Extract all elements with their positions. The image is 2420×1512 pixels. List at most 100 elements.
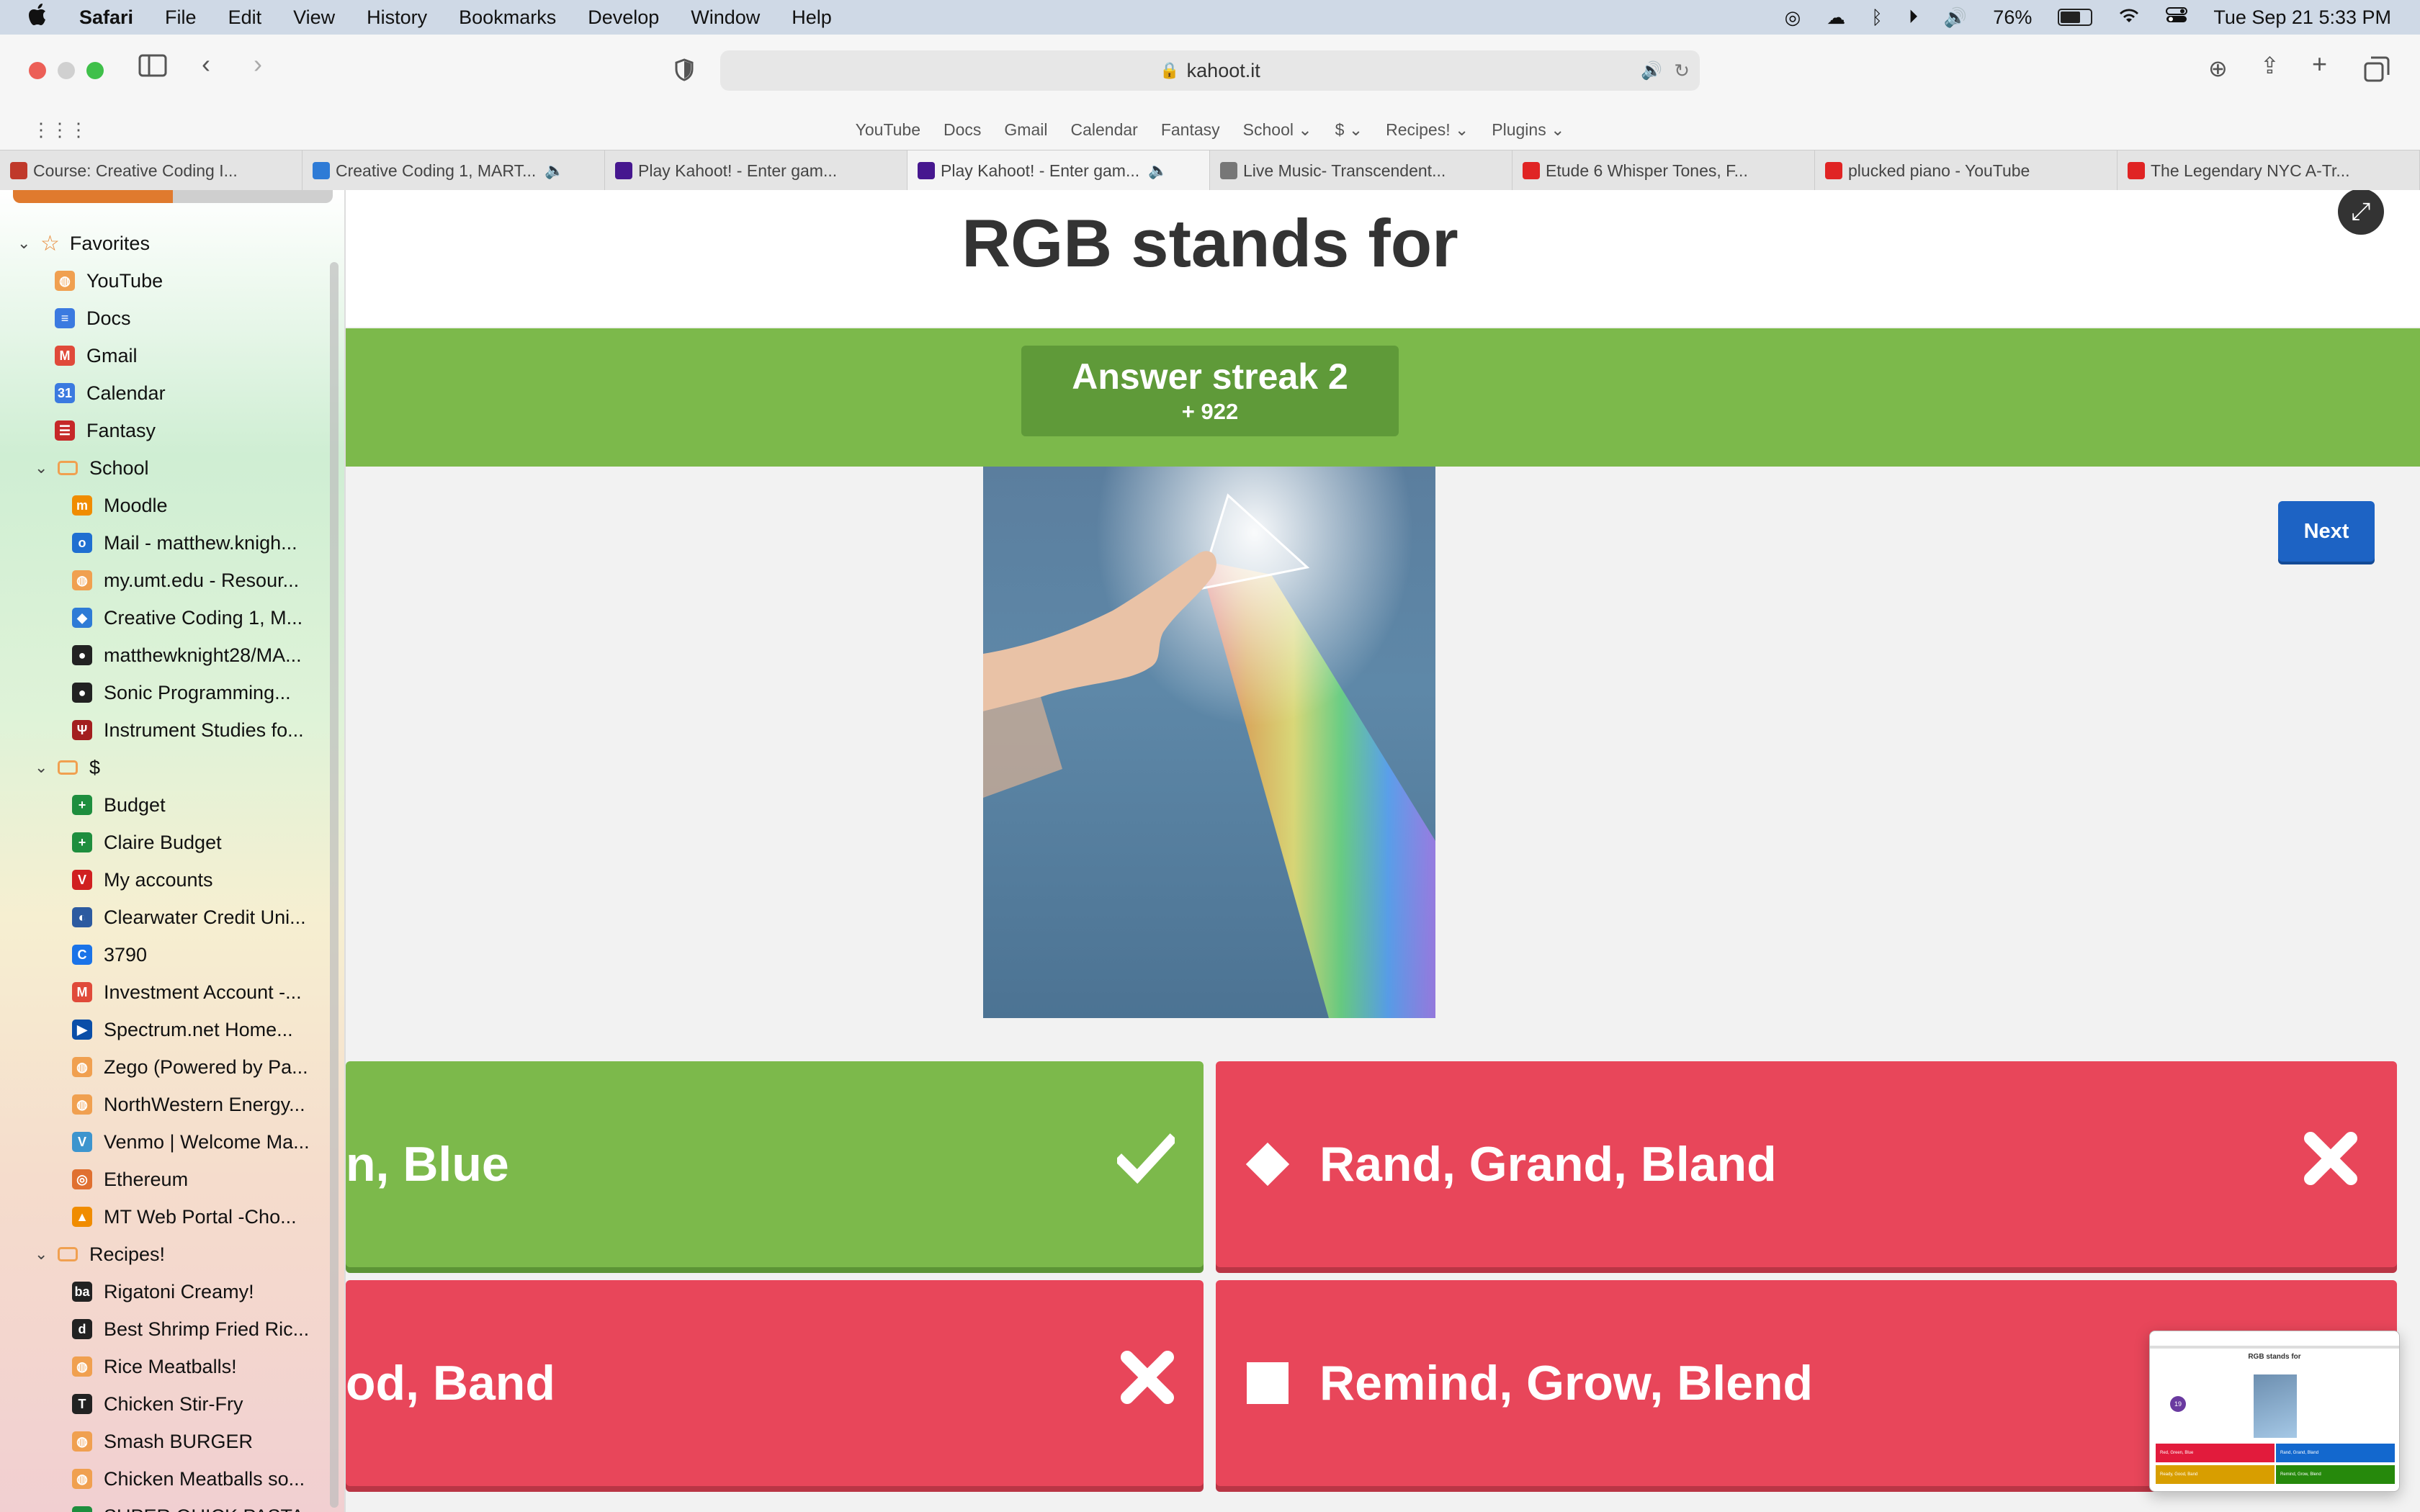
bookmark-item[interactable]: ▲ MT Web Portal -Cho... <box>72 1200 297 1234</box>
menu-safari[interactable]: Safari <box>79 6 133 29</box>
fav-plugins-folder[interactable]: Plugins ⌄ <box>1492 120 1564 140</box>
bookmark-item[interactable]: V Venmo | Welcome Ma... <box>72 1125 310 1159</box>
tab-kahoot-1[interactable]: Play Kahoot! - Enter gam... <box>605 150 908 191</box>
tab-plucked-piano[interactable]: plucked piano - YouTube <box>1815 150 2118 191</box>
privacy-shield-icon[interactable] <box>674 58 694 88</box>
tab-title: Play Kahoot! - Enter gam... <box>941 161 1140 180</box>
favorites-grid-icon[interactable]: ⋮⋮⋮ <box>32 119 88 141</box>
fav-gmail[interactable]: Gmail <box>1004 120 1047 140</box>
bluetooth-icon[interactable]: ᛒ <box>1871 6 1883 29</box>
bookmark-item[interactable]: d Best Shrimp Fried Ric... <box>72 1312 309 1346</box>
audio-playing-icon[interactable]: 🔊 <box>1641 60 1662 81</box>
bookmark-folder[interactable]: ⌄ School <box>35 451 149 485</box>
clock[interactable]: Tue Sep 21 5:33 PM <box>2213 6 2391 29</box>
tab-etude-6[interactable]: Etude 6 Whisper Tones, F... <box>1512 150 1815 191</box>
volume-icon[interactable]: 🔊 <box>1944 6 1967 29</box>
chevron-down-icon[interactable]: ⌄ <box>17 234 32 253</box>
bookmarks-segment[interactable] <box>13 190 173 203</box>
next-button[interactable]: Next <box>2278 501 2375 562</box>
chevron-down-icon[interactable]: ⌄ <box>35 1245 49 1264</box>
fav-fantasy[interactable]: Fantasy <box>1161 120 1220 140</box>
bookmark-item[interactable]: ba Rigatoni Creamy! <box>72 1274 254 1309</box>
forward-icon[interactable]: › <box>254 49 262 79</box>
fav-school-folder[interactable]: School ⌄ <box>1243 120 1312 140</box>
bookmark-folder[interactable]: ⌄ Recipes! <box>35 1237 165 1272</box>
wifi-icon[interactable] <box>2118 6 2140 29</box>
play-icon[interactable]: ⏵ <box>1909 6 1918 29</box>
tab-creative-coding-mart[interactable]: Creative Coding 1, MART... 🔈 <box>302 150 605 191</box>
screenshot-thumbnail[interactable]: RGB stands for 19 Red, Green, Blue Rand,… <box>2149 1331 2400 1492</box>
chevron-down-icon[interactable]: ⌄ <box>35 459 49 477</box>
favorites-folder[interactable]: ⌄ ☆ Favorites <box>17 226 150 261</box>
bookmark-item[interactable]: ● Sonic Programming... <box>72 675 291 710</box>
bookmark-item[interactable]: ◍ my.umt.edu - Resour... <box>72 563 299 598</box>
fav-recipes-folder[interactable]: Recipes! ⌄ <box>1386 120 1469 140</box>
sidebar-segmented-control[interactable] <box>13 190 333 203</box>
speaker-icon[interactable]: 🔈 <box>1148 161 1168 180</box>
bookmark-item[interactable]: ≡ Docs <box>55 301 131 336</box>
sidebar-toggle-icon[interactable] <box>138 53 167 84</box>
fav-docs[interactable]: Docs <box>944 120 981 140</box>
reading-list-segment[interactable] <box>173 190 333 203</box>
minimize-window-button[interactable] <box>58 62 75 79</box>
cloud-sync-icon[interactable]: ☁ <box>1827 6 1845 29</box>
bookmark-item[interactable]: ☰ Fantasy <box>55 413 156 448</box>
zoom-window-button[interactable] <box>86 62 104 79</box>
downloads-icon[interactable]: ⊕ <box>2208 55 2228 82</box>
menu-help[interactable]: Help <box>792 6 832 29</box>
bookmark-item[interactable]: ◆ Creative Coding 1, M... <box>72 600 302 635</box>
bookmark-item[interactable]: + Budget <box>72 788 166 822</box>
apple-menu-icon[interactable] <box>29 3 58 32</box>
bookmark-item[interactable]: ● matthewknight28/MA... <box>72 638 302 672</box>
bookmark-item[interactable]: ▭ SUPER QUICK PASTA... <box>72 1499 321 1512</box>
bookmark-item[interactable]: ◍ YouTube <box>55 264 163 298</box>
new-tab-icon[interactable]: + <box>2312 49 2327 79</box>
fav-calendar[interactable]: Calendar <box>1070 120 1137 140</box>
bookmark-item[interactable]: ▶ Spectrum.net Home... <box>72 1012 293 1047</box>
battery-icon[interactable] <box>2058 9 2093 26</box>
bookmark-item[interactable]: ◎ Ethereum <box>72 1162 188 1197</box>
creative-cloud-icon[interactable]: ◎ <box>1785 6 1801 29</box>
bookmark-item[interactable]: ◍ Zego (Powered by Pa... <box>72 1050 308 1084</box>
chevron-down-icon[interactable]: ⌄ <box>35 758 49 777</box>
sidebar-scrollbar[interactable] <box>330 262 339 1508</box>
bookmark-item[interactable]: ◐ Clearwater Credit Uni... <box>72 900 306 935</box>
bookmark-item[interactable]: ◍ Chicken Meatballs so... <box>72 1462 305 1496</box>
back-icon[interactable]: ‹ <box>202 49 210 79</box>
share-icon[interactable]: ⇪ <box>2260 52 2280 79</box>
bookmark-item[interactable]: T Chicken Stir-Fry <box>72 1387 243 1421</box>
bookmark-item[interactable]: Ψ Instrument Studies fo... <box>72 713 304 747</box>
bookmark-item[interactable]: 31 Calendar <box>55 376 166 410</box>
bookmark-item[interactable]: o Mail - matthew.knigh... <box>72 526 297 560</box>
menu-bookmarks[interactable]: Bookmarks <box>459 6 556 29</box>
address-bar[interactable]: 🔒 kahoot.it 🔊 ↻ <box>720 50 1700 91</box>
tab-legendary-nyc[interactable]: The Legendary NYC A-Tr... <box>2118 150 2420 191</box>
menu-view[interactable]: View <box>293 6 335 29</box>
bookmark-item[interactable]: ◍ Rice Meatballs! <box>72 1349 237 1384</box>
bookmark-item[interactable]: C 3790 <box>72 937 147 972</box>
menu-edit[interactable]: Edit <box>228 6 262 29</box>
bookmark-item[interactable]: ◍ Smash BURGER <box>72 1424 253 1459</box>
tab-course-creative-coding[interactable]: Course: Creative Coding I... <box>0 150 302 191</box>
speaker-icon[interactable]: 🔈 <box>544 161 564 180</box>
menu-file[interactable]: File <box>165 6 197 29</box>
fav-youtube[interactable]: YouTube <box>856 120 920 140</box>
tab-overview-icon[interactable] <box>2364 56 2390 89</box>
control-center-icon[interactable] <box>2166 6 2188 29</box>
close-window-button[interactable] <box>29 62 46 79</box>
menu-develop[interactable]: Develop <box>588 6 659 29</box>
tab-kahoot-2-active[interactable]: Play Kahoot! - Enter gam... 🔈 <box>908 150 1210 191</box>
bookmark-folder[interactable]: ⌄ $ <box>35 750 100 785</box>
bookmark-item[interactable]: M Investment Account -... <box>72 975 302 1009</box>
bookmark-item[interactable]: m Moodle <box>72 488 168 523</box>
reload-icon[interactable]: ↻ <box>1674 60 1690 82</box>
bookmark-item[interactable]: ◍ NorthWestern Energy... <box>72 1087 305 1122</box>
fullscreen-icon[interactable]: ⤢ <box>2338 190 2384 235</box>
tab-live-music[interactable]: Live Music- Transcendent... <box>1210 150 1512 191</box>
menu-window[interactable]: Window <box>691 6 760 29</box>
fav-money-folder[interactable]: $ ⌄ <box>1335 120 1363 140</box>
menu-history[interactable]: History <box>367 6 427 29</box>
bookmark-item[interactable]: + Claire Budget <box>72 825 222 860</box>
bookmark-item[interactable]: V My accounts <box>72 863 213 897</box>
bookmark-item[interactable]: M Gmail <box>55 338 138 373</box>
